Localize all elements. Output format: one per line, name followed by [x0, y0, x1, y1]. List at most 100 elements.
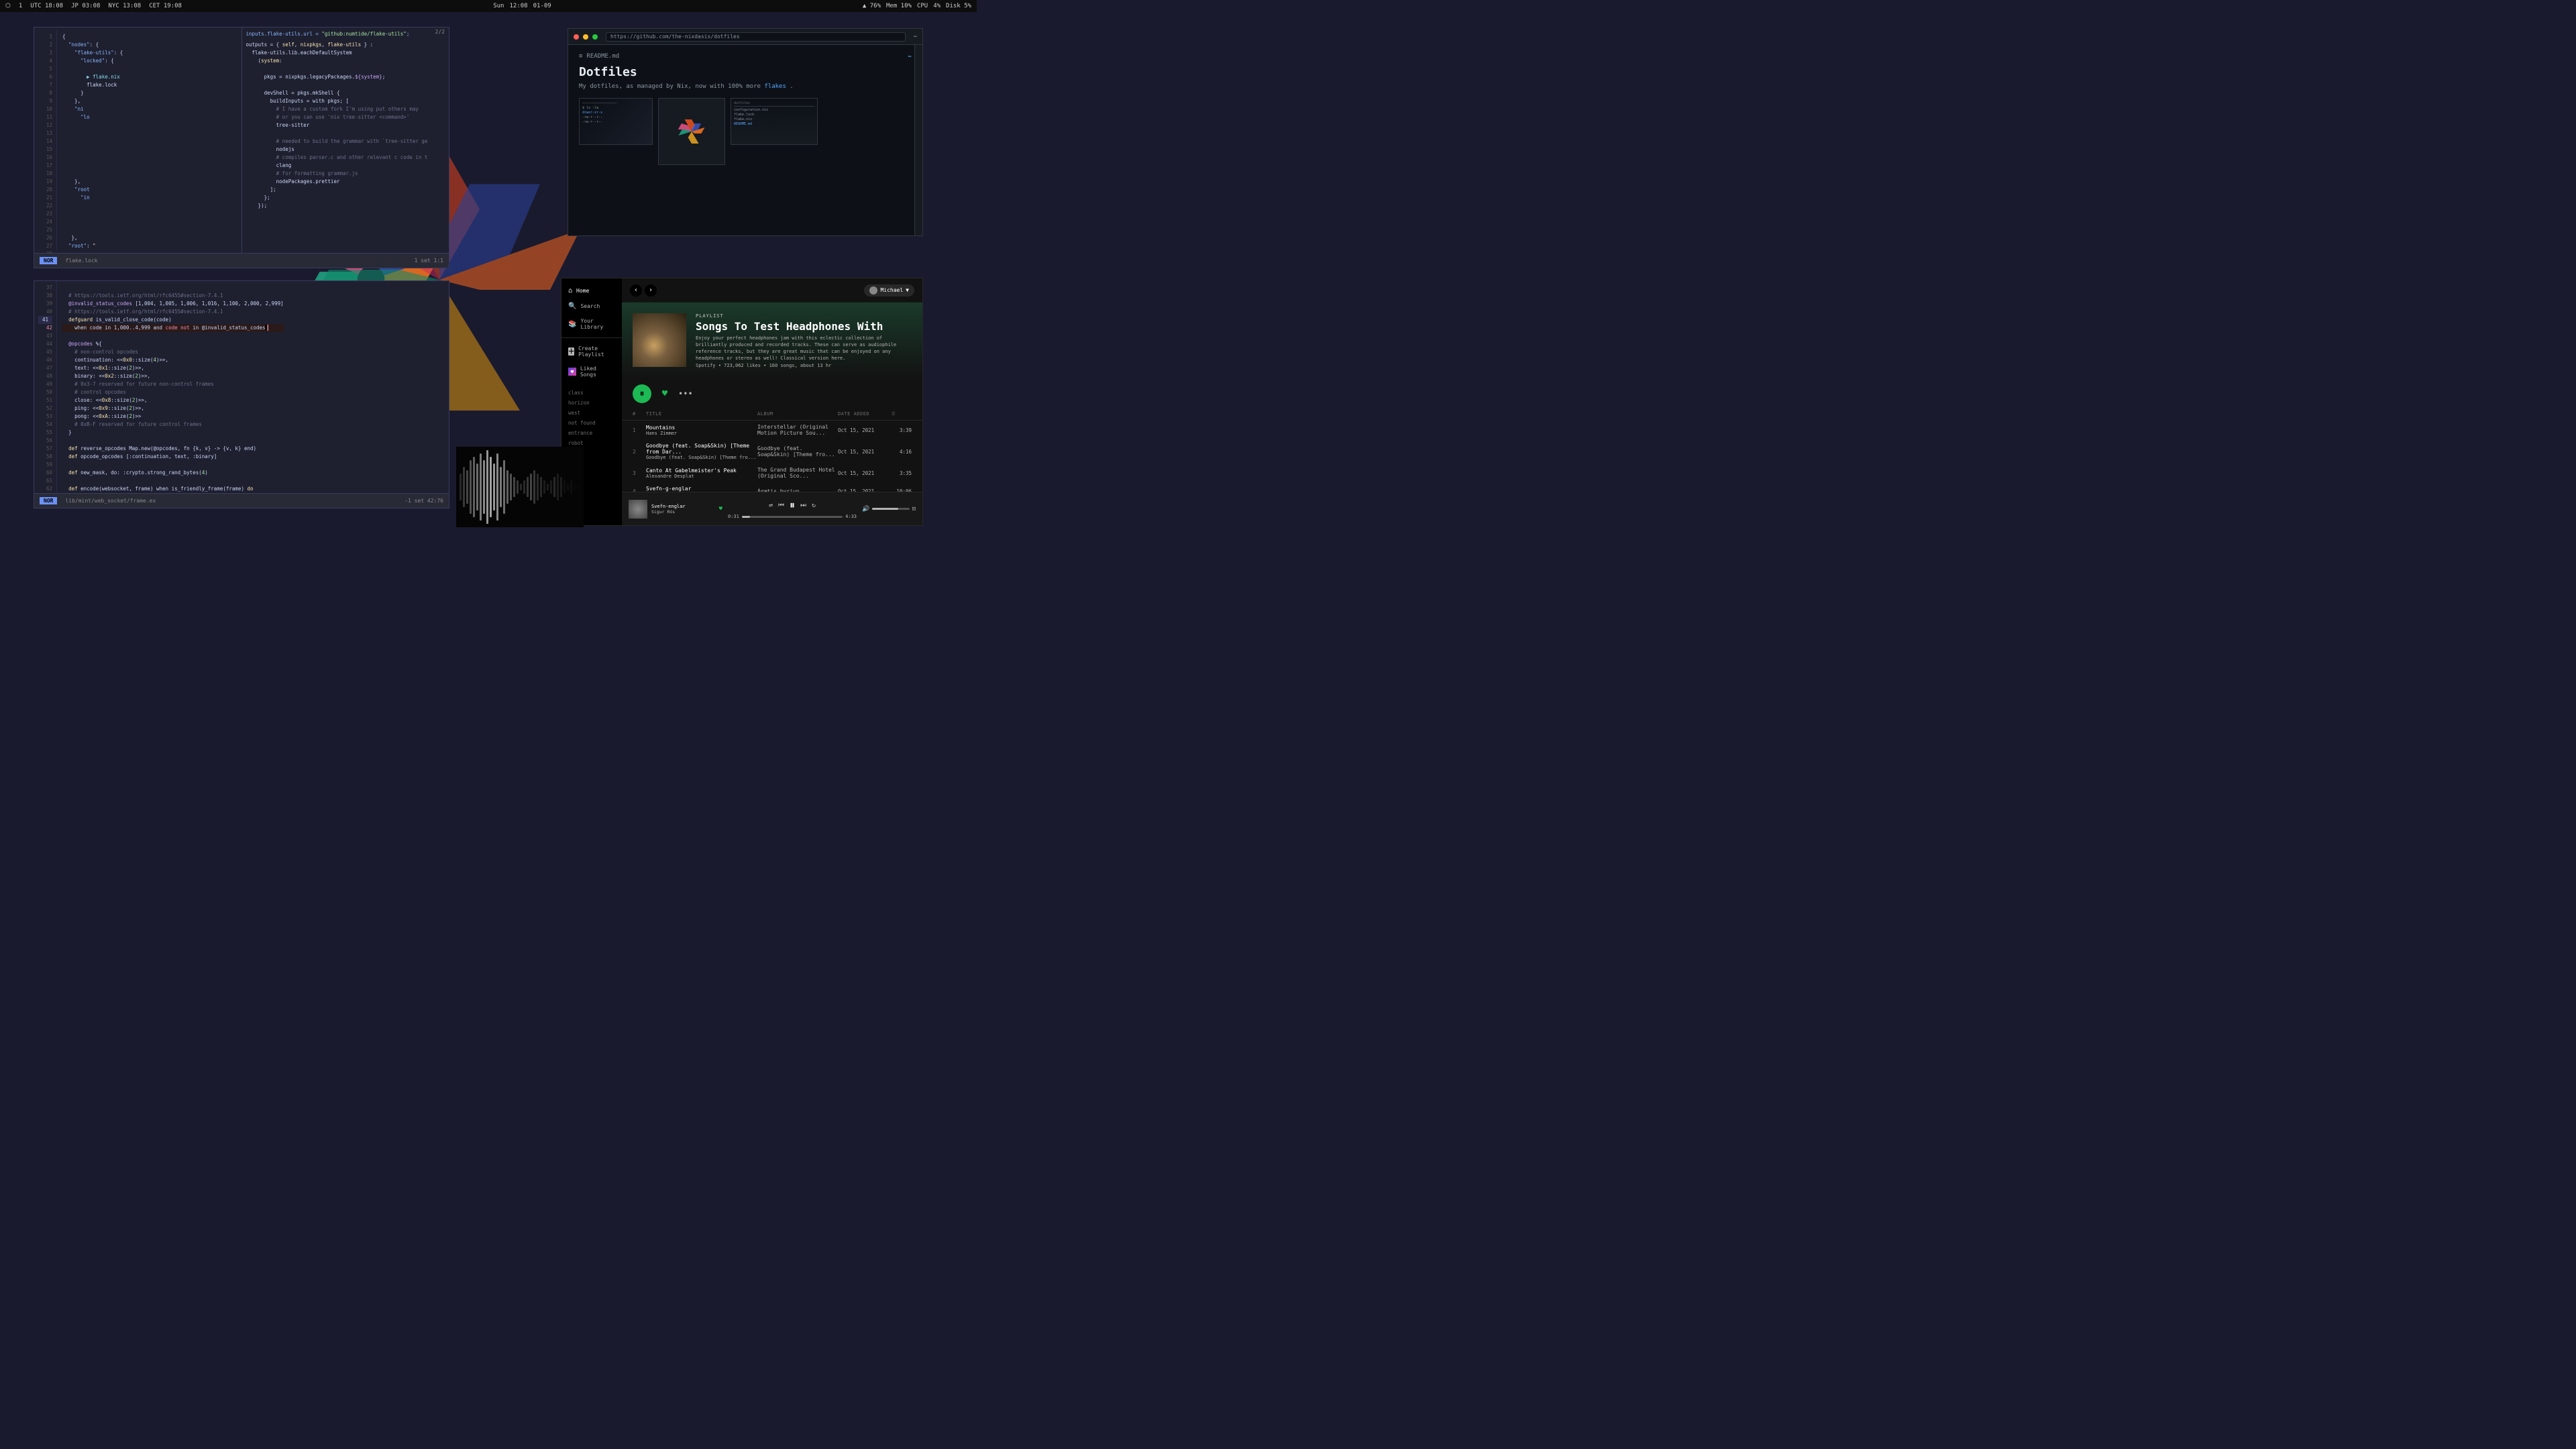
utc-clock: UTC 18:08 [30, 3, 63, 9]
track-row-4[interactable]: 4 Svefn-g-englar Ágætis byrjun Ágætis by… [622, 482, 922, 492]
cursor-position: 1 set 1:1 [415, 258, 443, 264]
back-button[interactable]: ‹ [630, 284, 642, 297]
track-name-4: Svefn-g-englar [646, 486, 757, 492]
split-indicator: 2/2 [435, 29, 445, 35]
spotify-player-bar: Svefn-englar Sigur Rós ♥ ⇌ ⏮ ⏸ ⏭ ↻ 0:31 [622, 492, 922, 525]
volume-bar[interactable] [872, 508, 909, 510]
github-window[interactable]: https://github.com/the-nixdasis/dotfiles… [568, 28, 923, 236]
col-title: TITLE [646, 411, 757, 417]
forward-button[interactable]: › [645, 284, 657, 297]
spotify-window[interactable]: ⌂ Home 🔍 Search 📚 Your Library + Create … [561, 278, 923, 526]
track-row-2[interactable]: 2 Goodbye (feat. Soap&Skin) [Theme from … [622, 439, 922, 464]
editor-bottom[interactable]: 37383940 41 42 43444546 47484950 5152535… [34, 280, 449, 508]
editor-right-pane: inputs.flake-utils.url = "github:numtide… [242, 28, 449, 253]
topbar-right: ▲ 76% Mem 10% CPU 4% Disk 5% [863, 3, 971, 9]
track-date-1: Oct 15, 2021 [838, 427, 892, 433]
more-options-button[interactable]: ••• [678, 389, 693, 398]
play-pause-button[interactable]: ⏸ [633, 384, 651, 403]
next-button[interactable]: ⏭ [800, 502, 806, 509]
like-button[interactable]: ♥ [658, 387, 672, 400]
prev-button[interactable]: ⏮ [778, 502, 784, 509]
code-bottom: # https://tools.ietf.org/html/rfc6455#se… [57, 281, 289, 493]
topbar-left: ⬡ 1 UTC 18:08 JP 03:08 NYC 13:08 CET 19:… [5, 3, 182, 9]
github-scrollbar[interactable] [914, 45, 922, 236]
playlist-item-horizon[interactable]: horizon [561, 398, 622, 408]
col-num: # [633, 411, 646, 417]
track-name-3: Canto At Gabelmeister's Peak [646, 468, 757, 474]
line-numbers-left: 12345 678910 1112131415 1617181920 21222… [38, 30, 57, 250]
spotify-controls: ⏸ ♥ ••• [622, 379, 922, 409]
control-buttons: ⇌ ⏮ ⏸ ⏭ ↻ [769, 498, 816, 512]
playlist-item-entrance[interactable]: entrance [561, 428, 622, 438]
shuffle-button[interactable]: ⇌ [769, 502, 773, 509]
user-avatar [869, 286, 877, 294]
now-playing-title: Svefn-englar [651, 504, 712, 509]
track-name-1: Mountains [646, 425, 757, 431]
track-list: # TITLE ALBUM DATE ADDED ⏱ 1 Mountains H… [622, 409, 922, 492]
github-repo-title: Dotfiles [579, 65, 912, 79]
waveform-image [456, 447, 584, 527]
playlist-description: Enjoy your perfect headphones jam with t… [696, 335, 912, 362]
now-playing-heart[interactable]: ♥ [719, 506, 722, 513]
player-controls: ⇌ ⏮ ⏸ ⏭ ↻ 0:31 4:33 [728, 498, 857, 519]
spotify-nav-home[interactable]: ⌂ Home [561, 284, 622, 298]
vim-mode: NOR [40, 257, 57, 264]
url-bar[interactable]: https://github.com/the-nixdasis/dotfiles [606, 32, 906, 42]
now-playing-thumb [629, 500, 647, 519]
volume-icon[interactable]: 🔊 [862, 506, 869, 513]
progress-bar[interactable] [742, 516, 843, 518]
close-btn[interactable] [574, 34, 579, 40]
playlist-item-west[interactable]: west [561, 408, 622, 418]
spotify-main: ‹ › Michael ▼ PLAYLIST Songs To Test Hea… [622, 278, 922, 525]
screenshot-thumb-3: dotfiles configuration.nix flake.lock fl… [731, 98, 818, 145]
dropdown-icon: ▼ [906, 287, 909, 293]
track-album-3: The Grand Budapest Hotel (Original Sco..… [757, 467, 838, 479]
spotify-topbar: ‹ › Michael ▼ [622, 278, 922, 303]
track-duration-2: 4:16 [892, 449, 912, 455]
track-num-2: 2 [633, 449, 646, 455]
track-row-3[interactable]: 3 Canto At Gabelmeister's Peak Alexandre… [622, 464, 922, 482]
spotify-nav-library[interactable]: 📚 Your Library [561, 315, 622, 333]
screenshot-thumb-1: ───────────────── $ ls -la drwxr-xr-x -r… [579, 98, 653, 145]
spotify-user-menu[interactable]: Michael ▼ [864, 284, 914, 297]
editor-content-area: 12345 678910 1112131415 1617181920 21222… [34, 28, 449, 253]
maximize-btn[interactable] [592, 34, 598, 40]
playlist-item-class[interactable]: class [561, 388, 622, 398]
jp-clock: JP 03:08 [71, 3, 100, 9]
status-filename: flake.lock [65, 258, 97, 264]
spotify-sidebar-divider [561, 337, 622, 338]
col-date: DATE ADDED [838, 411, 892, 417]
spotify-liked-songs[interactable]: ♥ Liked Songs [561, 362, 622, 381]
disk-status: Disk 5% [946, 3, 971, 9]
cover-art [633, 313, 686, 367]
window-titlebar: https://github.com/the-nixdasis/dotfiles… [568, 29, 922, 45]
col-album: ALBUM [757, 411, 838, 417]
col-duration: ⏱ [892, 411, 912, 417]
workspace-indicator[interactable]: 1 [19, 3, 22, 9]
username-label: Michael [880, 287, 903, 293]
time-display: 12:08 [509, 3, 527, 9]
track-date-2: Oct 15, 2021 [838, 449, 892, 455]
track-list-header: # TITLE ALBUM DATE ADDED ⏱ [622, 409, 922, 421]
editor-left-pane: 12345 678910 1112131415 1617181920 21222… [34, 28, 242, 253]
play-button[interactable]: ⏸ [790, 498, 795, 512]
spotify-nav-search[interactable]: 🔍 Search [561, 299, 622, 313]
spotify-create-playlist[interactable]: + Create Playlist [561, 342, 622, 361]
minimize-btn[interactable] [583, 34, 588, 40]
editor-top-statusbar: NOR flake.lock 1 set 1:1 [34, 253, 449, 268]
spotify-hero: PLAYLIST Songs To Test Headphones With E… [622, 303, 922, 379]
playlist-label: PLAYLIST [696, 313, 912, 319]
playlist-item-notfound[interactable]: not found [561, 418, 622, 428]
track-row-1[interactable]: 1 Mountains Hans Zimmer Interstellar (Or… [622, 421, 922, 439]
progress-bar-container: 0:31 4:33 [728, 514, 857, 519]
volume-fill [872, 508, 898, 510]
track-album-1: Interstellar (Original Motion Picture So… [757, 424, 838, 436]
editor-top[interactable]: 2/2 12345 678910 1112131415 1617181920 2… [34, 27, 449, 268]
fullscreen-icon[interactable]: ⊡ [912, 506, 916, 513]
cpu-value: 4% [933, 3, 941, 9]
track-info-1: Mountains Hans Zimmer [646, 425, 757, 436]
flakes-link[interactable]: flakes [764, 83, 786, 90]
repeat-button[interactable]: ↻ [812, 502, 816, 509]
current-time: 0:31 [728, 514, 739, 519]
track-duration-1: 3:39 [892, 427, 912, 433]
